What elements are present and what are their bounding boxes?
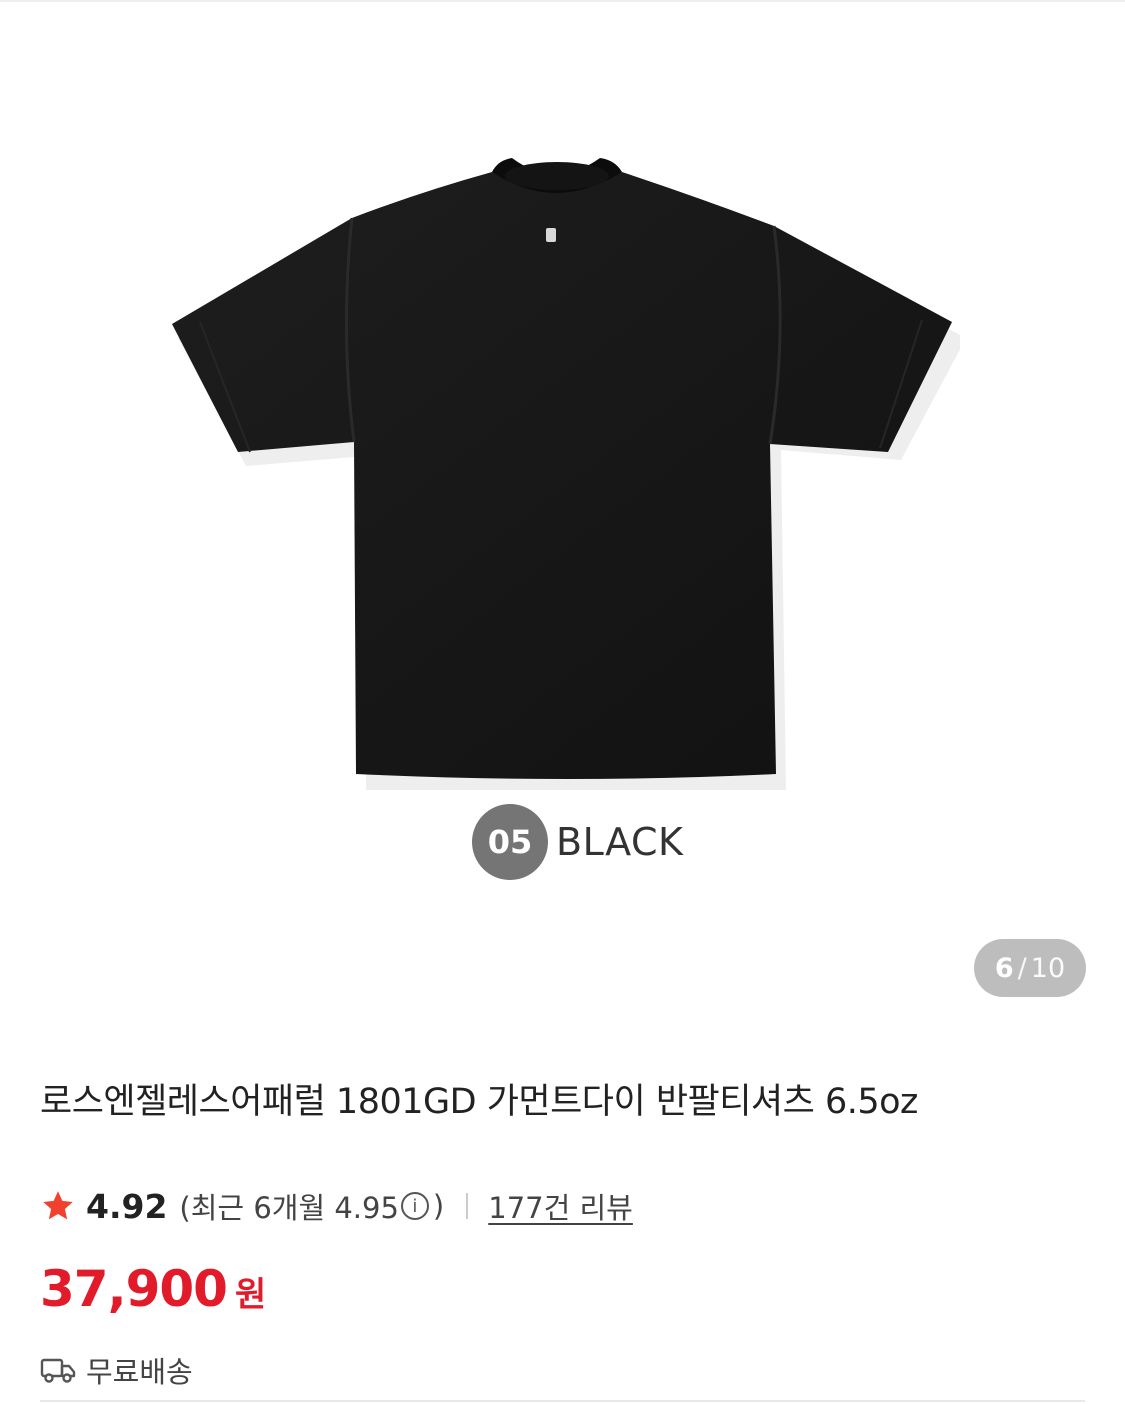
- product-title: 로스엔젤레스어패럴 1801GD 가먼트다이 반팔티셔츠 6.5oz: [40, 1082, 918, 1122]
- truck-icon: [40, 1358, 76, 1383]
- color-code-badge: 05: [472, 804, 548, 880]
- current-page: 6: [994, 952, 1014, 984]
- product-image-tshirt: [172, 158, 960, 790]
- recent-rating-close: ): [432, 1189, 445, 1223]
- recent-rating: (최근 6개월 4.95 i ): [179, 1185, 444, 1227]
- reviews-link[interactable]: 177건 리뷰: [488, 1185, 633, 1227]
- recent-rating-text: (최근 6개월 4.95: [179, 1191, 399, 1225]
- total-pages: 10: [1030, 952, 1066, 984]
- price: 37,900: [40, 1260, 228, 1318]
- bottom-divider: [40, 1400, 1085, 1402]
- shipping-text: 무료배송: [86, 1355, 193, 1389]
- price-currency: 원: [234, 1275, 267, 1315]
- product-image-gallery[interactable]: 05 BLACK 6 / 10: [0, 2, 1125, 1032]
- info-icon[interactable]: i: [400, 1192, 429, 1220]
- color-label: 05 BLACK: [472, 804, 683, 880]
- rating-row: 4.92 (최근 6개월 4.95 i ) 177건 리뷰: [40, 1184, 1085, 1228]
- image-page-indicator: 6 / 10: [974, 939, 1086, 997]
- star-icon: [43, 1191, 73, 1220]
- price-row: 37,900 원: [40, 1260, 1085, 1328]
- product-info: 로스엔젤레스어패럴 1801GD 가먼트다이 반팔티셔츠 6.5oz 4.92 …: [40, 1070, 1085, 1390]
- rating-value: 4.92: [86, 1186, 168, 1226]
- page-separator: /: [1017, 952, 1027, 984]
- rating-divider: [466, 1193, 469, 1219]
- color-name: BLACK: [556, 820, 684, 864]
- shipping-row: 무료배송: [40, 1350, 1085, 1390]
